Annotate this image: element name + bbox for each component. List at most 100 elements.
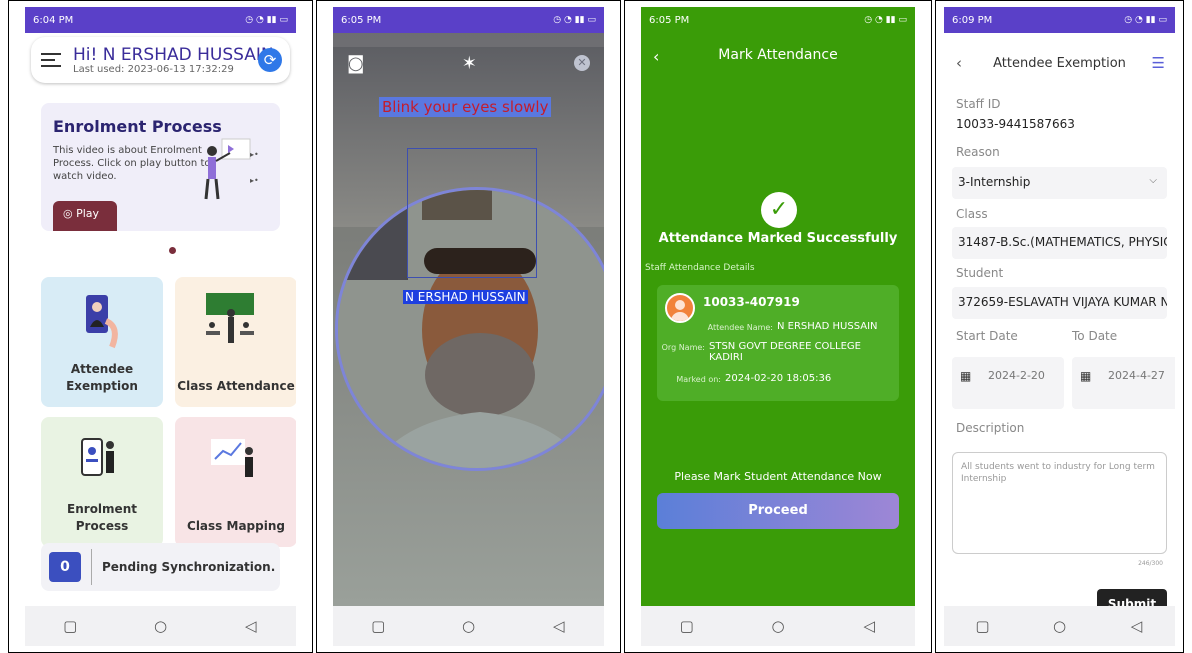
refresh-icon[interactable]: ⟳ — [258, 48, 282, 72]
switch-camera-icon[interactable]: ◙ — [347, 53, 364, 74]
recents-icon[interactable]: ▢ — [358, 617, 398, 635]
pending-sync-bar[interactable]: 0 Pending Synchronization. — [41, 543, 280, 591]
to-date-field[interactable]: ▦ 2024-4-27 — [1072, 357, 1175, 409]
pending-count: 0 — [49, 552, 81, 582]
status-icons: ◷ ◔ ▮▮ ▭ — [245, 15, 288, 25]
home-icon[interactable]: ○ — [448, 617, 488, 635]
calendar-icon: ▦ — [1080, 369, 1092, 383]
status-icons: ◷ ◔ ▮▮ ▭ — [1124, 15, 1167, 25]
back-icon[interactable]: ◁ — [1117, 617, 1157, 635]
staff-id-value: 10033-9441587663 — [956, 117, 1075, 131]
svg-text:▸•: ▸• — [250, 176, 259, 185]
status-icons: ◷ ◔ ▮▮ ▭ — [864, 15, 907, 25]
marked-on-label: Marked on: — [676, 375, 721, 384]
calendar-icon: ▦ — [960, 369, 972, 383]
success-message: Attendance Marked Successfully — [658, 231, 898, 246]
status-bar: 6:05 PM ◷ ◔ ▮▮ ▭ — [641, 7, 915, 33]
face-capture-panel: 6:05 PM ◷ ◔ ▮▮ ▭ ◙ ✶ ✕ Blink your eyes s… — [316, 0, 621, 653]
tile-label: Class Mapping — [187, 519, 285, 533]
student-select[interactable]: 372659-ESLAVATH VIJAYA KUMAR N — [952, 287, 1167, 319]
status-time: 6:04 PM — [33, 14, 74, 26]
home-screen-panel: 6:04 PM ◷ ◔ ▮▮ ▭ Hi! N ERSHAD HUSSAIN La… — [8, 0, 313, 653]
list-icon[interactable]: ☰ — [1152, 54, 1165, 72]
tile-enrolment-process[interactable]: Enrolment Process — [41, 417, 163, 547]
student-attendance-prompt: Please Mark Student Attendance Now — [674, 470, 882, 483]
to-date-value: 2024-4-27 — [1108, 369, 1165, 382]
proceed-button[interactable]: Proceed — [657, 493, 899, 529]
reason-select[interactable]: 3-Internship ⌵ — [952, 167, 1167, 199]
tile-attendee-exemption[interactable]: Attendee Exemption — [41, 277, 163, 407]
home-icon[interactable]: ○ — [140, 617, 180, 635]
back-icon[interactable]: ◁ — [231, 617, 271, 635]
svg-text:▸•: ▸• — [250, 150, 259, 159]
recents-icon[interactable]: ▢ — [963, 617, 1003, 635]
home-icon[interactable]: ○ — [1040, 617, 1080, 635]
menu-icon[interactable] — [41, 53, 61, 67]
home-screen: 6:04 PM ◷ ◔ ▮▮ ▭ Hi! N ERSHAD HUSSAIN La… — [25, 7, 296, 646]
attendee-exemption-screen: 6:09 PM ◷ ◔ ▮▮ ▭ ‹ Attendee Exemption ☰ … — [944, 7, 1175, 646]
attendee-row: Attendee Name: N ERSHAD HUSSAIN — [657, 321, 891, 332]
tile-label: Attendee Exemption — [66, 362, 138, 393]
tile-class-attendance[interactable]: Class Attendance — [175, 277, 296, 407]
face-detection-box — [407, 148, 537, 278]
play-button[interactable]: ◎ Play — [53, 201, 117, 231]
android-nav-bar: ▢ ○ ◁ — [641, 606, 915, 646]
to-date-label: To Date — [1072, 329, 1118, 343]
status-time: 6:05 PM — [649, 14, 690, 26]
status-bar: 6:04 PM ◷ ◔ ▮▮ ▭ — [25, 7, 296, 33]
staff-code: 10033-407919 — [703, 295, 800, 309]
android-nav-bar: ▢ ○ ◁ — [25, 606, 296, 646]
student-value: 372659-ESLAVATH VIJAYA KUMAR N — [958, 295, 1167, 309]
recognized-name-label: N ERSHAD HUSSAIN — [403, 290, 528, 304]
divider — [91, 549, 92, 585]
carousel-indicator — [169, 247, 176, 254]
student-label: Student — [956, 266, 1004, 280]
status-icons: ◷ ◔ ▮▮ ▭ — [553, 15, 596, 25]
android-nav-bar: ▢ ○ ◁ — [333, 606, 604, 646]
start-date-label: Start Date — [956, 329, 1018, 343]
success-check-icon: ✓ — [761, 192, 797, 228]
back-icon[interactable]: ◁ — [849, 617, 889, 635]
back-arrow-icon[interactable]: ‹ — [653, 47, 659, 66]
tile-class-mapping[interactable]: Class Mapping — [175, 417, 296, 547]
attendee-value: N ERSHAD HUSSAIN — [777, 321, 878, 332]
classroom-icon — [206, 293, 254, 343]
back-arrow-icon[interactable]: ‹ — [956, 54, 962, 72]
app-bar: ‹ Attendee Exemption ☰ — [944, 43, 1175, 83]
back-icon[interactable]: ◁ — [539, 617, 579, 635]
mark-attendance-panel: 6:05 PM ◷ ◔ ▮▮ ▭ ‹ Mark Attendance ✓ Att… — [624, 0, 932, 653]
flash-off-icon[interactable]: ✶ — [462, 53, 477, 74]
marked-on-value: 2024-02-20 18:05:36 — [725, 373, 832, 384]
tile-label: Enrolment Process — [67, 502, 137, 533]
status-time: 6:05 PM — [341, 14, 382, 26]
class-value: 31487-B.Sc.(MATHEMATICS, PHYSICS — [958, 235, 1167, 249]
marked-on-row: Marked on: 2024-02-20 18:05:36 — [657, 373, 891, 384]
close-icon[interactable]: ✕ — [574, 55, 590, 71]
org-row: Org Name: STSN GOVT DEGREE COLLEGE KADIR… — [657, 341, 891, 363]
recents-icon[interactable]: ▢ — [667, 617, 707, 635]
screen-title: Mark Attendance — [718, 47, 838, 63]
reason-value: 3-Internship — [958, 175, 1031, 189]
mark-attendance-screen: 6:05 PM ◷ ◔ ▮▮ ▭ ‹ Mark Attendance ✓ Att… — [641, 7, 915, 646]
status-time: 6:09 PM — [952, 14, 993, 26]
enrolment-icon — [81, 438, 114, 476]
chevron-down-icon: ⌵ — [1149, 175, 1157, 186]
attendee-label: Attendee Name: — [707, 323, 773, 332]
description-textarea[interactable]: All students went to industry for Long t… — [952, 452, 1167, 554]
home-icon[interactable]: ○ — [758, 617, 798, 635]
status-bar: 6:09 PM ◷ ◔ ▮▮ ▭ — [944, 7, 1175, 33]
greeting-text: Hi! N ERSHAD HUSSAIN — [73, 44, 274, 65]
start-date-field[interactable]: ▦ 2024-2-20 — [952, 357, 1064, 409]
details-caption: Staff Attendance Details — [645, 263, 755, 273]
start-date-value: 2024-2-20 — [988, 369, 1045, 382]
attendance-details-card: 10033-407919 Attendee Name: N ERSHAD HUS… — [657, 285, 899, 401]
org-label: Org Name: — [661, 343, 705, 352]
class-select[interactable]: 31487-B.Sc.(MATHEMATICS, PHYSICS — [952, 227, 1167, 259]
recents-icon[interactable]: ▢ — [50, 617, 90, 635]
status-bar: 6:05 PM ◷ ◔ ▮▮ ▭ — [333, 7, 604, 33]
camera-toolbar: ◙ ✶ ✕ — [333, 43, 604, 83]
phone-person-icon — [86, 295, 118, 349]
avatar — [665, 293, 695, 323]
home-header: Hi! N ERSHAD HUSSAIN Last used: 2023-06-… — [31, 37, 290, 83]
blink-instruction: Blink your eyes slowly — [379, 97, 552, 117]
